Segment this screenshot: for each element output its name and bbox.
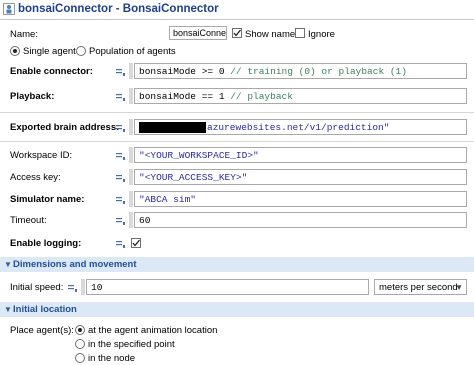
- code-mode-icon[interactable]: [67, 283, 78, 293]
- workspace-id-label: Workspace ID:: [10, 150, 73, 161]
- ignore-label: Ignore: [308, 29, 335, 40]
- name-input[interactable]: bonsaiConnector: [169, 26, 227, 40]
- location-option-label: in the specified point: [88, 339, 175, 350]
- brain-address-value: azurewebsites.net/v1/prediction": [207, 122, 390, 134]
- ignore-checkbox[interactable]: [295, 28, 305, 38]
- location-option-label: at the agent animation location: [88, 325, 218, 336]
- code-mode-icon[interactable]: [115, 173, 126, 183]
- speed-unit-value: meters per second: [379, 282, 458, 293]
- redacted-block: [139, 122, 206, 133]
- section-title: Dimensions and movement: [13, 259, 137, 270]
- collapse-arrow-icon: ▼: [4, 260, 12, 269]
- separator: [0, 112, 474, 113]
- location-option-label: in the node: [88, 353, 136, 364]
- title-bar: bonsaiConnector - BonsaiConnector: [0, 0, 474, 20]
- location-section-header[interactable]: ▼ Initial location: [0, 302, 474, 317]
- brain-address-input[interactable]: azurewebsites.net/v1/prediction": [134, 119, 467, 135]
- enable-connector-label: Enable connector:: [10, 66, 93, 77]
- chevron-down-icon: ▼: [455, 283, 463, 292]
- separator: [0, 141, 474, 142]
- timeout-input[interactable]: 60: [134, 212, 467, 228]
- code-expression: bonsaiMode >= 0: [139, 66, 225, 77]
- checkmark-icon: [233, 29, 242, 37]
- section-title: Initial location: [13, 304, 77, 315]
- code-gutter: [129, 191, 133, 207]
- code-mode-icon[interactable]: [115, 195, 126, 205]
- timeout-label: Timeout:: [10, 215, 47, 226]
- speed-unit-select[interactable]: meters per second ▼: [374, 279, 467, 295]
- playback-label: Playback:: [10, 91, 55, 102]
- single-agent-radio[interactable]: [10, 46, 20, 56]
- access-key-label: Access key:: [10, 172, 61, 183]
- code-gutter: [129, 147, 133, 163]
- code-expression: bonsaiMode == 1: [139, 91, 225, 102]
- code-gutter: [129, 212, 133, 228]
- code-gutter: [129, 169, 133, 185]
- code-mode-icon[interactable]: [115, 123, 126, 133]
- location-radio-node[interactable]: [75, 353, 85, 363]
- initial-speed-input[interactable]: 10: [86, 279, 369, 295]
- code-gutter: [81, 279, 85, 295]
- code-mode-icon[interactable]: [115, 92, 126, 102]
- simulator-name-label: Simulator name:: [10, 194, 85, 205]
- agent-type-icon: [3, 3, 15, 15]
- code-mode-icon[interactable]: [115, 216, 126, 226]
- enable-connector-code[interactable]: bonsaiMode >= 0 // training (0) or playb…: [134, 63, 467, 79]
- location-radio-animation[interactable]: [75, 325, 85, 335]
- code-gutter: [129, 63, 133, 79]
- place-agents-label: Place agent(s):: [10, 325, 74, 336]
- code-mode-icon[interactable]: [115, 151, 126, 161]
- dimensions-section-header[interactable]: ▼ Dimensions and movement: [0, 257, 474, 272]
- enable-logging-checkbox[interactable]: [131, 238, 141, 248]
- population-radio[interactable]: [76, 46, 86, 56]
- checkmark-icon: [132, 239, 141, 247]
- simulator-name-input[interactable]: "ABCA sim": [134, 191, 467, 207]
- code-comment: // training (0) or playback (1): [230, 66, 407, 77]
- access-key-input[interactable]: "<YOUR_ACCESS_KEY>": [134, 169, 467, 185]
- single-agent-label: Single agent: [23, 46, 76, 57]
- code-mode-icon[interactable]: [115, 239, 126, 249]
- playback-code[interactable]: bonsaiMode == 1 // playback: [134, 88, 467, 104]
- location-radio-point[interactable]: [75, 339, 85, 349]
- enable-logging-label: Enable logging:: [10, 238, 82, 249]
- collapse-arrow-icon: ▼: [4, 305, 12, 314]
- code-mode-icon[interactable]: [115, 67, 126, 77]
- window-title: bonsaiConnector - BonsaiConnector: [18, 3, 219, 15]
- brain-address-label: Exported brain address:: [10, 122, 120, 133]
- code-gutter: [129, 119, 133, 135]
- workspace-id-input[interactable]: "<YOUR_WORKSPACE_ID>": [134, 147, 467, 163]
- show-name-checkbox[interactable]: [232, 28, 242, 38]
- code-gutter: [129, 88, 133, 104]
- code-comment: // playback: [230, 91, 293, 102]
- initial-speed-label: Initial speed:: [10, 282, 64, 293]
- population-label: Population of agents: [89, 46, 176, 57]
- name-label: Name:: [10, 29, 38, 40]
- show-name-label: Show name: [245, 29, 296, 40]
